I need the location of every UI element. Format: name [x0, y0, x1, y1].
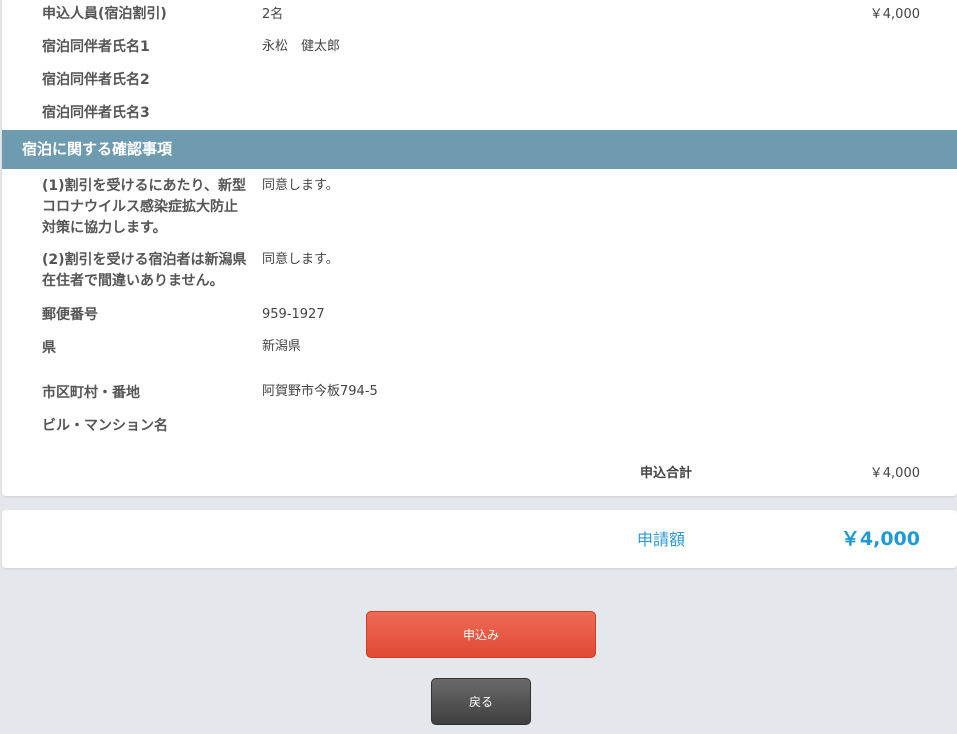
section-header-stay-confirmation: 宿泊に関する確認事項: [2, 130, 957, 169]
back-button[interactable]: 戻る: [431, 678, 531, 725]
row-value-companion-1: 永松 健太郎: [262, 39, 341, 54]
confirmation-1-label: (1)割引を受けるにあたり、新型 コロナウイルス感染症拡大防止 対策に協力します…: [42, 176, 246, 239]
row-price-guests: ￥4,000: [869, 7, 920, 22]
application-detail-card: 申込人員(宿泊割引) 2名 ￥4,000 宿泊同伴者氏名1 永松 健太郎 宿泊同…: [2, 0, 957, 496]
total-label: 申込合計: [640, 466, 693, 481]
row-label-companion-3: 宿泊同伴者氏名3: [42, 105, 150, 121]
claim-amount-card: 申請額 ￥4,000: [2, 510, 957, 568]
row-label-companion-2: 宿泊同伴者氏名2: [42, 72, 150, 88]
confirmation-2-label-line-1: (2)割引を受ける宿泊者は新潟県: [42, 252, 247, 268]
row-label-guests: 申込人員(宿泊割引): [42, 6, 167, 22]
total-value: ￥4,000: [869, 466, 920, 481]
postal-code-value: 959-1927: [262, 307, 325, 322]
claim-amount-value: ￥4,000: [840, 528, 920, 550]
confirmation-1-label-line-1: (1)割引を受けるにあたり、新型: [42, 178, 246, 194]
prefecture-value: 新潟県: [262, 339, 302, 354]
row-value-guests: 2名: [262, 7, 284, 22]
submit-button[interactable]: 申込み: [366, 611, 596, 658]
confirmation-1-label-line-3: 対策に協力します。: [42, 220, 167, 236]
claim-amount-label: 申請額: [637, 530, 686, 549]
confirmation-2-label-line-2: 在住者で間違いありません。: [42, 273, 224, 289]
building-name-label: ビル・マンション名: [42, 418, 168, 434]
row-label-companion-1: 宿泊同伴者氏名1: [42, 39, 150, 55]
confirmation-2-label: (2)割引を受ける宿泊者は新潟県 在住者で間違いありません。: [42, 250, 247, 292]
prefecture-label: 県: [42, 340, 56, 356]
confirmation-1-label-line-2: コロナウイルス感染症拡大防止: [42, 199, 238, 215]
city-address-label: 市区町村・番地: [42, 385, 140, 401]
confirmation-1-value: 同意します。: [262, 178, 339, 193]
confirmation-2-value: 同意します。: [262, 252, 339, 267]
city-address-value: 阿賀野市今板794-5: [262, 384, 378, 399]
postal-code-label: 郵便番号: [42, 307, 98, 323]
